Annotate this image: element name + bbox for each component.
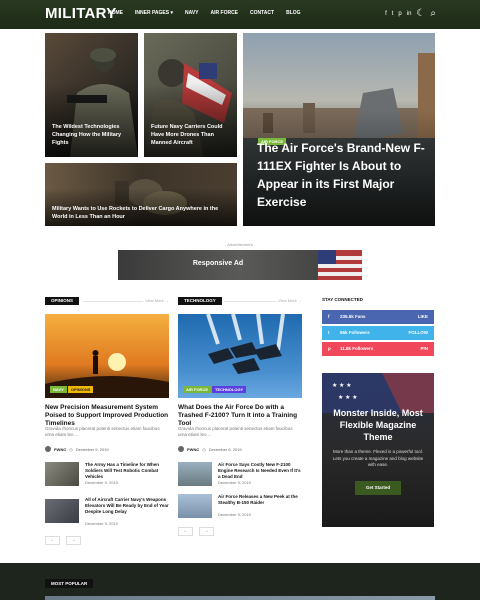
- opinions-list-title-2[interactable]: All of Aircraft Carrier Navy's Weapons E…: [85, 497, 169, 515]
- facebook-icon: f: [328, 314, 330, 319]
- post-date: December 9, 2019: [208, 446, 242, 452]
- menu-inner-pages[interactable]: INNER PAGES ▾: [135, 10, 173, 16]
- opinions-next-button[interactable]: →: [66, 536, 81, 545]
- twitter-action[interactable]: FOLLOW: [409, 330, 429, 335]
- opinions-list-date-1: December 9, 2019: [85, 480, 118, 485]
- menu-contact[interactable]: CONTACT: [250, 10, 274, 16]
- hero-tile[interactable]: AIR FORCE The Air Force's Brand-New F-11…: [243, 33, 435, 226]
- promo-text: More than a theme. Flexed is a powerful …: [332, 449, 424, 467]
- top-nav: MILITARY HOME INNER PAGES ▾ NAVY AIR FOR…: [0, 0, 480, 29]
- menu-blog[interactable]: BLOG: [286, 10, 300, 16]
- badge-opinions[interactable]: OPINIONS: [67, 386, 94, 393]
- ad-label: - Advertisement -: [224, 242, 256, 247]
- opinions-list-thumb-1[interactable]: [45, 462, 79, 486]
- facebook-icon[interactable]: f: [385, 11, 387, 17]
- featured-tile-1[interactable]: The Wildest Technologies Changing How th…: [45, 33, 138, 157]
- most-popular-strip: [45, 596, 435, 600]
- facebook-row[interactable]: f 235.5k Fans LIKE: [322, 310, 434, 324]
- technology-list-thumb-1[interactable]: [178, 462, 212, 486]
- pinterest-icon: p: [328, 346, 331, 351]
- technology-list-date-2: December 9, 2019: [218, 512, 251, 517]
- technology-badges: AIR FORCE TECHNOLOGY: [183, 386, 247, 393]
- pinterest-row[interactable]: p 11.8k Followers PIN: [322, 342, 434, 356]
- svg-text:★ ★ ★: ★ ★ ★: [338, 394, 357, 401]
- nav-icons: f t p in ☾ ⌕: [385, 8, 436, 19]
- hero-title[interactable]: The Air Force's Brand-New F-111EX Fighte…: [257, 139, 427, 211]
- author-avatar: [45, 446, 51, 452]
- clock-icon: ◷: [202, 446, 206, 452]
- pinterest-count: 11.8k Followers: [340, 346, 374, 351]
- technology-main-title[interactable]: What Does the Air Force Do with a Trashe…: [178, 404, 302, 428]
- technology-main-excerpt: Gravida rhoncus placerat potenti senectu…: [178, 426, 293, 437]
- featured-title-1[interactable]: The Wildest Technologies Changing How th…: [52, 123, 132, 147]
- badge-navy[interactable]: NAVY: [50, 386, 67, 393]
- ad-flag-icon: [318, 250, 362, 280]
- badge-air-force[interactable]: AIR FORCE: [183, 386, 211, 393]
- featured-tile-2[interactable]: Future Navy Carriers Could Have More Dro…: [144, 33, 237, 157]
- menu-home[interactable]: HOME: [108, 10, 123, 16]
- opinions-list-date-2: December 9, 2019: [85, 521, 118, 526]
- pinterest-icon[interactable]: p: [398, 11, 401, 17]
- technology-main-meta: PWNC ◷ December 9, 2019: [178, 446, 242, 452]
- get-started-button[interactable]: Get Started: [355, 481, 401, 495]
- badge-technology[interactable]: TECHNOLOGY: [212, 386, 247, 393]
- technology-list-title-2[interactable]: Air Force Releases a New Peek at the Ste…: [218, 494, 302, 506]
- technology-list-thumb-2[interactable]: [178, 494, 212, 518]
- opinions-prev-button[interactable]: ←: [45, 536, 60, 545]
- author-name[interactable]: PWNC: [54, 447, 66, 452]
- menu-air-force[interactable]: AIR FORCE: [211, 10, 239, 16]
- linkedin-icon[interactable]: in: [407, 11, 412, 17]
- technology-header: TECHNOLOGY View More →: [178, 297, 302, 305]
- svg-text:★ ★ ★: ★ ★ ★: [332, 382, 351, 389]
- facebook-count: 235.5k Fans: [340, 314, 366, 319]
- most-popular-header: MOST POPULAR: [45, 579, 94, 588]
- author-name[interactable]: PWNC: [187, 447, 199, 452]
- promo-title: Monster Inside, Most Flexible Magazine T…: [333, 408, 423, 442]
- technology-prev-button[interactable]: ←: [178, 527, 193, 536]
- facebook-action[interactable]: LIKE: [418, 314, 428, 319]
- technology-main-image[interactable]: AIR FORCE TECHNOLOGY: [178, 314, 302, 398]
- opinions-main-meta: PWNC ◷ December 9, 2019: [45, 446, 109, 452]
- twitter-icon: t: [328, 330, 330, 335]
- main-menu: HOME INNER PAGES ▾ NAVY AIR FORCE CONTAC…: [108, 10, 301, 16]
- opinions-more-link[interactable]: View More →: [145, 298, 169, 303]
- promo-box: ★ ★ ★ ★ ★ ★ Monster Inside, Most Flexible…: [322, 373, 434, 527]
- opinions-list-title-1[interactable]: The Army Has a Timeline for When Soldier…: [85, 462, 169, 480]
- ad-text: Responsive Ad: [192, 260, 244, 267]
- technology-next-button[interactable]: →: [199, 527, 214, 536]
- opinions-main-image[interactable]: NAVY OPINIONS: [45, 314, 169, 398]
- twitter-count: 65k Followers: [340, 330, 370, 335]
- footer: MOST POPULAR: [0, 563, 480, 600]
- author-avatar: [178, 446, 184, 452]
- technology-list-title-1[interactable]: Air Force Says Costly New F-2100 Engine …: [218, 462, 302, 480]
- clock-icon: ◷: [69, 446, 73, 452]
- opinions-main-excerpt: Gravida rhoncus placerat potenti senectu…: [45, 426, 160, 437]
- technology-label: TECHNOLOGY: [178, 297, 222, 305]
- opinions-main-title[interactable]: New Precision Measurement System Poised …: [45, 404, 169, 428]
- stay-connected-header: STAY CONNECTED: [322, 297, 363, 302]
- ad-banner[interactable]: Responsive Ad: [118, 250, 362, 280]
- pinterest-action[interactable]: PIN: [420, 346, 428, 351]
- featured-title-2[interactable]: Future Navy Carriers Could Have More Dro…: [151, 123, 233, 147]
- menu-navy[interactable]: NAVY: [185, 10, 199, 16]
- search-icon[interactable]: ⌕: [430, 8, 436, 19]
- opinions-list-thumb-2[interactable]: [45, 499, 79, 523]
- twitter-icon[interactable]: t: [392, 11, 394, 17]
- twitter-row[interactable]: t 65k Followers FOLLOW: [322, 326, 434, 340]
- technology-more-link[interactable]: View More →: [278, 298, 302, 303]
- opinions-header: OPINIONS View More →: [45, 297, 169, 305]
- featured-title-3[interactable]: Military Wants to Use Rockets to Deliver…: [52, 205, 232, 221]
- opinions-badges: NAVY OPINIONS: [50, 386, 94, 393]
- opinions-label: OPINIONS: [45, 297, 80, 305]
- dark-mode-icon[interactable]: ☾: [416, 8, 425, 19]
- site-logo[interactable]: MILITARY: [45, 5, 117, 22]
- featured-tile-3[interactable]: Military Wants to Use Rockets to Deliver…: [45, 163, 237, 226]
- post-date: December 9, 2019: [75, 446, 109, 452]
- technology-list-date-1: December 9, 2019: [218, 480, 251, 485]
